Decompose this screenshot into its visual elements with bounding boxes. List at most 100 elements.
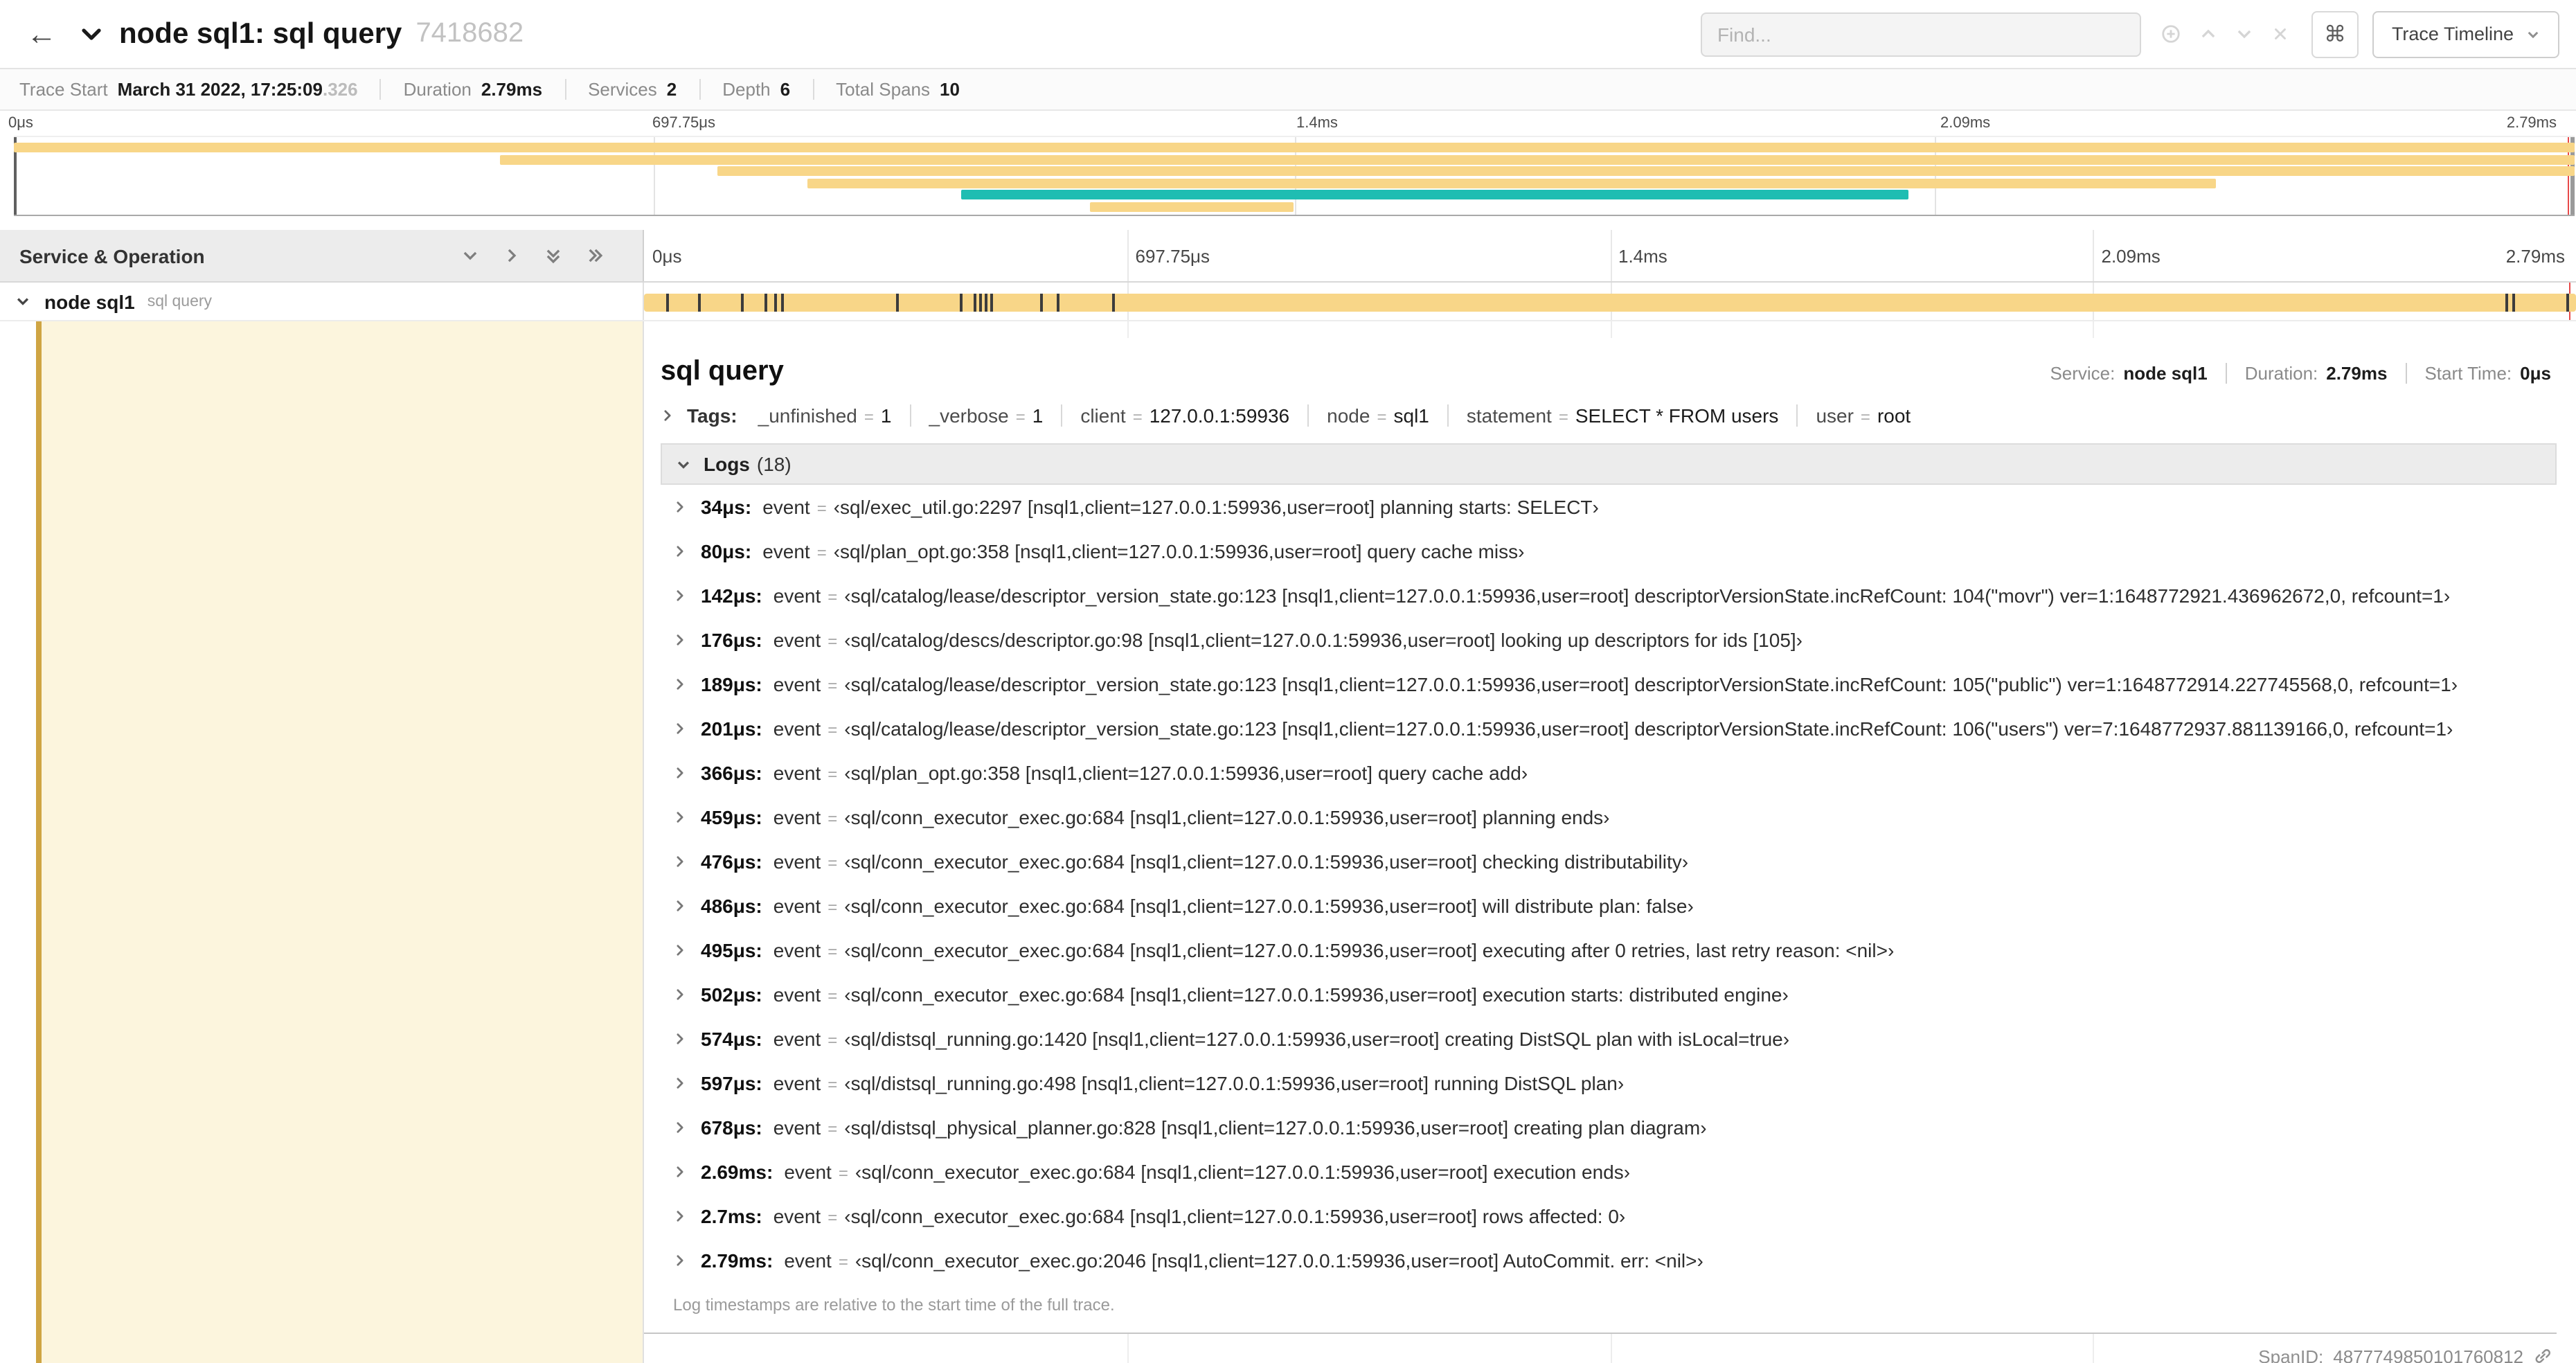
log-row[interactable]: 176μs: event = ‹sql/catalog/descs/descripto… <box>661 618 2557 662</box>
log-marker <box>1040 294 1044 312</box>
span-row-name-cell[interactable]: node sql1 sql query <box>0 283 644 320</box>
log-value: ‹sql/conn_executor_exec.go:684 [nsql1,cl… <box>844 983 1789 1006</box>
log-row[interactable]: 201μs: event = ‹sql/catalog/lease/descripto… <box>661 706 2557 751</box>
overview-item: Duration: 2.79ms <box>2225 363 2387 384</box>
tags-label: Tags: <box>687 404 737 427</box>
log-timestamp: 201μs: <box>701 718 762 740</box>
log-key: event <box>773 1116 821 1139</box>
log-row[interactable]: 495μs: event = ‹sql/conn_executor_exec.go:6… <box>661 928 2557 972</box>
tag-value: SELECT * FROM users <box>1575 404 1779 427</box>
collapse-all-icon[interactable] <box>544 247 562 265</box>
log-key: event <box>773 1072 821 1094</box>
span-operation-name: sql query <box>147 293 213 310</box>
log-event: event = ‹sql/conn_executor_exec.go:684 [ns… <box>773 895 1694 917</box>
log-row[interactable]: 678μs: event = ‹sql/distsql_physical_planne… <box>661 1105 2557 1150</box>
collapse-one-icon[interactable] <box>461 247 479 265</box>
log-timestamp: 34μs: <box>701 496 752 518</box>
log-marker <box>741 294 744 312</box>
summary-item: Trace Start March 31 2022, 17:25:09.326 <box>19 79 358 100</box>
clear-search-icon[interactable] <box>2271 25 2289 43</box>
log-row[interactable]: 34μs: event = ‹sql/exec_util.go:2297 [nsql1… <box>661 485 2557 529</box>
log-row[interactable]: 459μs: event = ‹sql/conn_executor_exec.go:6… <box>661 795 2557 839</box>
tag-key: client <box>1080 404 1126 427</box>
log-value: ‹sql/conn_executor_exec.go:2046 [nsql1,c… <box>855 1249 1703 1272</box>
log-value: ‹sql/distsql_running.go:1420 [nsql1,clie… <box>844 1028 1790 1050</box>
span-tree-column <box>0 321 644 1363</box>
log-row[interactable]: 2.69ms: event = ‹sql/conn_executor_exec.go:… <box>661 1150 2557 1194</box>
log-key: event <box>784 1249 832 1272</box>
log-row[interactable]: 366μs: event = ‹sql/plan_opt.go:358 [nsql1,… <box>661 751 2557 795</box>
keyboard-shortcuts-button[interactable]: ⌘ <box>2311 10 2359 57</box>
log-row[interactable]: 486μs: event = ‹sql/conn_executor_exec.go:6… <box>661 884 2557 928</box>
tag-value: 127.0.0.1:59936 <box>1149 404 1290 427</box>
log-event: event = ‹sql/conn_executor_exec.go:684 [ns… <box>773 850 1688 873</box>
log-marker <box>2505 294 2508 312</box>
span-id-value: 4877749850101760812 <box>2333 1346 2523 1363</box>
minimap-span <box>14 143 2575 152</box>
log-equals: = <box>828 809 838 828</box>
minimap-canvas[interactable] <box>14 136 2575 216</box>
log-row[interactable]: 142μs: event = ‹sql/catalog/lease/descripto… <box>661 573 2557 618</box>
log-marker <box>984 294 987 312</box>
overview-item: Service: node sql1 <box>2050 363 2207 384</box>
expand-all-icon[interactable] <box>586 247 604 265</box>
log-row[interactable]: 2.79ms: event = ‹sql/conn_executor_exec.go:… <box>661 1238 2557 1283</box>
tag-item: _verbose = 1 <box>909 404 1043 427</box>
log-timestamp: 459μs: <box>701 806 762 828</box>
chevron-right-icon <box>677 634 683 645</box>
collapse-trace-chevron-icon[interactable] <box>80 23 102 45</box>
log-event: event = ‹sql/catalog/lease/descriptor_vers… <box>773 718 2453 740</box>
log-timestamp: 2.7ms: <box>701 1205 762 1227</box>
tag-equals: = <box>1132 407 1143 427</box>
logs-header[interactable]: Logs (18) <box>661 443 2557 485</box>
log-event: event = ‹sql/conn_executor_exec.go:2046 [n… <box>784 1249 1703 1272</box>
trace-minimap: 0μs 697.75μs 1.4ms 2.09ms 2.79ms <box>0 111 2576 216</box>
log-event: event = ‹sql/catalog/descs/descriptor.go:9… <box>773 629 1803 651</box>
log-equals: = <box>828 853 838 873</box>
log-row[interactable]: 2.7ms: event = ‹sql/conn_executor_exec.go:6… <box>661 1194 2557 1238</box>
trace-view-dropdown[interactable]: Trace Timeline <box>2372 10 2559 57</box>
log-row[interactable]: 502μs: event = ‹sql/conn_executor_exec.go:6… <box>661 972 2557 1017</box>
find-nav <box>2161 24 2289 44</box>
log-event: event = ‹sql/conn_executor_exec.go:684 [ns… <box>773 1205 1626 1227</box>
back-arrow-icon: ← <box>26 16 57 51</box>
log-value: ‹sql/distsql_running.go:498 [nsql1,clien… <box>844 1072 1625 1094</box>
summary-label: Trace Start <box>19 79 108 100</box>
log-timestamp: 189μs: <box>701 673 762 695</box>
log-row[interactable]: 597μs: event = ‹sql/distsql_running.go:498 … <box>661 1061 2557 1105</box>
log-value: ‹sql/plan_opt.go:358 [nsql1,client=127.0… <box>844 762 1528 784</box>
log-equals: = <box>816 543 827 562</box>
log-event: event = ‹sql/conn_executor_exec.go:684 [ns… <box>784 1161 1630 1183</box>
minimap-span <box>500 154 2575 164</box>
copy-link-icon[interactable] <box>2533 1346 2552 1363</box>
tick-label: 0μs <box>8 115 33 132</box>
logs-list: 34μs: event = ‹sql/exec_util.go:2297 [nsql1… <box>661 485 2557 1283</box>
log-value: ‹sql/conn_executor_exec.go:684 [nsql1,cl… <box>844 850 1689 873</box>
tags-row[interactable]: Tags: _unfinished = 1 _verbose = 1 client = 127.… <box>661 404 2557 427</box>
log-value: ‹sql/conn_executor_exec.go:684 [nsql1,cl… <box>844 1205 1626 1227</box>
page-title: node sql1: sql query <box>119 17 402 49</box>
log-row[interactable]: 80μs: event = ‹sql/plan_opt.go:358 [nsql1,c… <box>661 529 2557 573</box>
tags-list: _unfinished = 1 _verbose = 1 client = 127.0.0.1:… <box>758 404 1911 427</box>
scroll-to-match-icon[interactable] <box>2161 24 2181 44</box>
prev-match-icon[interactable] <box>2199 25 2217 43</box>
tag-item: user = root <box>1796 404 1911 427</box>
tag-equals: = <box>1377 407 1387 427</box>
log-value: ‹sql/conn_executor_exec.go:684 [nsql1,cl… <box>844 939 1895 961</box>
log-row[interactable]: 476μs: event = ‹sql/conn_executor_exec.go:6… <box>661 839 2557 884</box>
log-row[interactable]: 189μs: event = ‹sql/catalog/lease/descripto… <box>661 662 2557 706</box>
log-timestamp: 366μs: <box>701 762 762 784</box>
log-key: event <box>762 540 810 562</box>
log-marker <box>895 294 899 312</box>
chevron-right-icon <box>677 723 683 734</box>
back-button[interactable]: ← <box>17 16 66 52</box>
expand-one-icon[interactable] <box>503 247 521 265</box>
tag-key: statement <box>1466 404 1552 427</box>
chevron-right-icon <box>677 1033 683 1044</box>
find-input[interactable] <box>1700 12 2141 56</box>
chevron-right-icon <box>677 767 683 778</box>
log-row[interactable]: 574μs: event = ‹sql/distsql_running.go:1420… <box>661 1017 2557 1061</box>
minimap-labels: 0μs 697.75μs 1.4ms 2.09ms 2.79ms <box>0 114 2576 136</box>
next-match-icon[interactable] <box>2235 25 2253 43</box>
span-duration-bar[interactable] <box>644 294 2576 312</box>
